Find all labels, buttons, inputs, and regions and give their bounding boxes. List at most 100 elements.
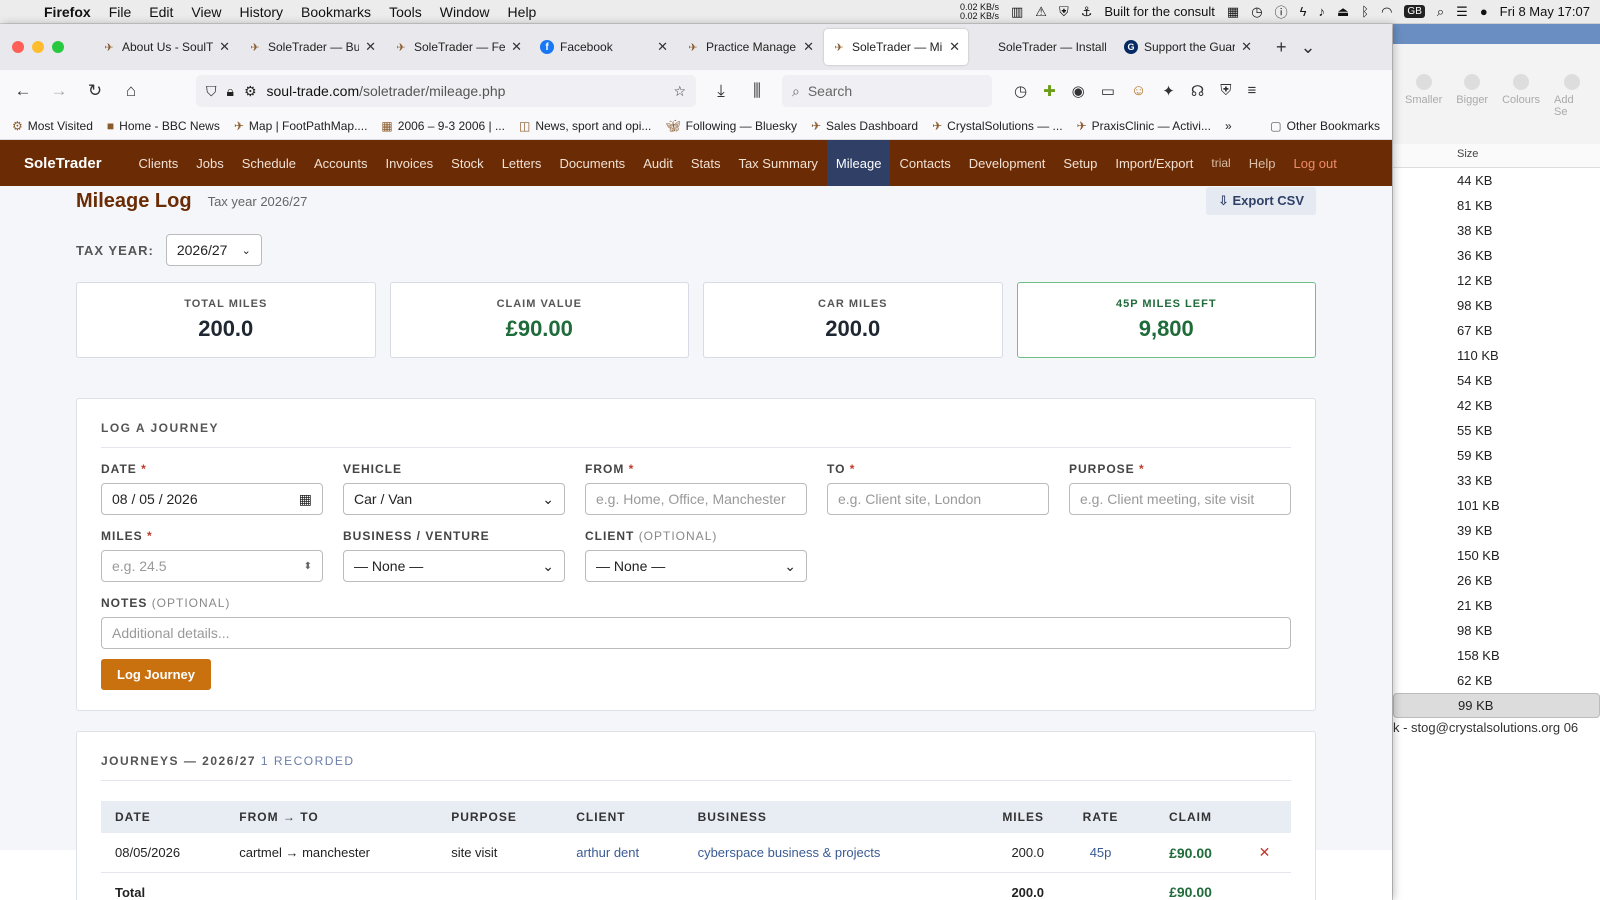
file-size-row[interactable]: 98 KB bbox=[1457, 618, 1600, 643]
menu-file[interactable]: File bbox=[109, 4, 132, 20]
file-size-row[interactable]: 99 KB bbox=[1393, 693, 1600, 718]
nav-documents[interactable]: Documents bbox=[550, 140, 634, 186]
tool-add[interactable]: Add Se bbox=[1554, 74, 1590, 144]
reader-view-icon[interactable]: ▭ bbox=[1101, 82, 1115, 100]
file-size-row[interactable]: 158 KB bbox=[1457, 643, 1600, 668]
account-icon[interactable]: ◉ bbox=[1072, 82, 1085, 100]
purpose-input[interactable]: e.g. Client meeting, site visit bbox=[1069, 483, 1291, 515]
file-size-row[interactable]: 62 KB bbox=[1457, 668, 1600, 693]
file-size-row[interactable]: 67 KB bbox=[1457, 318, 1600, 343]
lock-icon[interactable]: 🔒︎ bbox=[227, 83, 234, 100]
bookmark-item[interactable]: 🦋︎ Following — Bluesky bbox=[665, 119, 797, 133]
extension-green-icon[interactable]: ✚ bbox=[1043, 82, 1056, 100]
menu-bookmarks[interactable]: Bookmarks bbox=[301, 4, 371, 20]
tool-smaller[interactable]: Smaller bbox=[1405, 74, 1442, 144]
time-machine-icon[interactable]: ◷ bbox=[1251, 4, 1262, 20]
close-tab-icon[interactable]: ✕ bbox=[219, 39, 230, 55]
zoom-window-button[interactable] bbox=[52, 41, 64, 53]
status-text[interactable]: Built for the consult bbox=[1104, 4, 1215, 19]
file-size-row[interactable]: 81 KB bbox=[1457, 193, 1600, 218]
url-bar[interactable]: ⛉ 🔒︎ ⚙ soul-trade.com/soletrader/mileage… bbox=[196, 75, 696, 107]
bookmark-item[interactable]: ▦ 2006 – 9-3 2006 | ... bbox=[381, 119, 505, 133]
history-icon[interactable]: ◷ bbox=[1014, 82, 1027, 100]
file-size-row[interactable]: 39 KB bbox=[1457, 518, 1600, 543]
back-icon[interactable]: ← bbox=[12, 81, 34, 101]
file-size-row[interactable]: 44 KB bbox=[1457, 168, 1600, 193]
nav-tax-summary[interactable]: Tax Summary bbox=[729, 140, 826, 186]
menubar-clock[interactable]: Fri 8 May 17:07 bbox=[1500, 4, 1590, 19]
log-journey-button[interactable]: Log Journey bbox=[101, 659, 212, 690]
tool-bigger[interactable]: Bigger bbox=[1456, 74, 1488, 144]
bookmark-item[interactable]: ✈ Sales Dashboard bbox=[811, 119, 918, 133]
bookmark-item[interactable]: ■ Home - BBC News bbox=[107, 119, 220, 133]
close-tab-icon[interactable]: ✕ bbox=[1241, 39, 1252, 55]
from-input[interactable]: e.g. Home, Office, Manchester bbox=[585, 483, 807, 515]
nav-letters[interactable]: Letters bbox=[493, 140, 551, 186]
browser-tab[interactable]: SoleTrader — Installa bbox=[970, 29, 1114, 65]
wifi-icon[interactable]: ◠ bbox=[1381, 4, 1392, 20]
browser-tab[interactable]: ✈ SoleTrader — Mil ✕ bbox=[824, 29, 968, 65]
stepper-icon[interactable]: ⬍ bbox=[304, 561, 312, 572]
forward-icon[interactable]: → bbox=[48, 81, 70, 101]
nav-schedule[interactable]: Schedule bbox=[233, 140, 305, 186]
bluetooth-icon[interactable]: ᛒ bbox=[1361, 4, 1369, 19]
nav-logout[interactable]: Log out bbox=[1284, 140, 1345, 186]
volume-icon[interactable]: ♪ bbox=[1318, 4, 1325, 19]
vehicle-select[interactable]: Car / Van ⌄ bbox=[343, 483, 565, 515]
file-size-row[interactable]: 110 KB bbox=[1457, 343, 1600, 368]
input-source-badge[interactable]: GB bbox=[1404, 5, 1425, 18]
extensions-puzzle-icon[interactable]: ✦ bbox=[1162, 82, 1175, 100]
nav-stats[interactable]: Stats bbox=[682, 140, 730, 186]
brand-logo[interactable]: SoleTrader bbox=[24, 155, 102, 172]
reload-icon[interactable]: ↻ bbox=[84, 81, 106, 101]
other-bookmarks[interactable]: ▢ Other Bookmarks bbox=[1270, 119, 1380, 133]
calendar-icon[interactable]: ▦ bbox=[299, 491, 312, 508]
nav-mileage[interactable]: Mileage bbox=[826, 140, 891, 186]
client-select[interactable]: — None — ⌄ bbox=[585, 550, 807, 582]
nav-audit[interactable]: Audit bbox=[634, 140, 682, 186]
file-size-row[interactable]: 59 KB bbox=[1457, 443, 1600, 468]
nav-development[interactable]: Development bbox=[960, 140, 1055, 186]
export-csv-button[interactable]: ⇩ Export CSV bbox=[1205, 187, 1316, 215]
menu-tools[interactable]: Tools bbox=[389, 4, 422, 20]
delete-journey-icon[interactable]: ✕ bbox=[1237, 833, 1291, 873]
menu-history[interactable]: History bbox=[239, 4, 283, 20]
bookmark-item[interactable]: ✈ PraxisClinic — Activi... bbox=[1077, 119, 1211, 133]
page-settings-icon[interactable]: ⚙ bbox=[244, 83, 257, 100]
nav-help[interactable]: Help bbox=[1240, 140, 1285, 186]
close-tab-icon[interactable]: ✕ bbox=[365, 39, 376, 55]
control-center-icon[interactable]: ☰ bbox=[1456, 4, 1468, 20]
file-size-row[interactable]: 36 KB bbox=[1457, 243, 1600, 268]
close-tab-icon[interactable]: ✕ bbox=[803, 39, 814, 55]
file-size-row[interactable]: 38 KB bbox=[1457, 218, 1600, 243]
nav-jobs[interactable]: Jobs bbox=[187, 140, 232, 186]
nav-invoices[interactable]: Invoices bbox=[376, 140, 442, 186]
menu-edit[interactable]: Edit bbox=[149, 4, 173, 20]
browser-tab[interactable]: ✈ SoleTrader — Bu ✕ bbox=[240, 29, 384, 65]
browser-tab[interactable]: ✈ Practice Manage ✕ bbox=[678, 29, 822, 65]
cell-business-link[interactable]: cyberspace business & projects bbox=[683, 833, 965, 873]
nav-stock[interactable]: Stock bbox=[442, 140, 493, 186]
close-tab-icon[interactable]: ✕ bbox=[949, 39, 960, 55]
close-tab-icon[interactable]: ✕ bbox=[511, 39, 522, 55]
downloads-icon[interactable]: ⤓ bbox=[710, 81, 732, 101]
nav-contacts[interactable]: Contacts bbox=[890, 140, 959, 186]
nav-setup[interactable]: Setup bbox=[1054, 140, 1106, 186]
file-size-row[interactable]: 54 KB bbox=[1457, 368, 1600, 393]
tax-year-select[interactable]: 2026/27 ⌄ bbox=[165, 234, 262, 266]
bookmark-item[interactable]: ◫ News, sport and opi... bbox=[519, 119, 651, 133]
menu-app[interactable]: Firefox bbox=[44, 4, 91, 20]
nav-clients[interactable]: Clients bbox=[130, 140, 188, 186]
list-all-tabs-icon[interactable]: ⌄ bbox=[1301, 37, 1316, 58]
nav-import-export[interactable]: Import/Export bbox=[1106, 140, 1202, 186]
cell-client-link[interactable]: arthur dent bbox=[562, 833, 684, 873]
file-size-row[interactable]: 42 KB bbox=[1457, 393, 1600, 418]
close-tab-icon[interactable]: ✕ bbox=[657, 39, 668, 55]
notes-input[interactable]: Additional details... bbox=[101, 617, 1291, 649]
app-menu-icon[interactable]: ≡ bbox=[1247, 82, 1256, 100]
new-tab-button[interactable]: + bbox=[1276, 37, 1287, 58]
menu-help[interactable]: Help bbox=[508, 4, 537, 20]
browser-tab[interactable]: G Support the Guar ✕ bbox=[1116, 29, 1260, 65]
file-size-row[interactable]: 98 KB bbox=[1457, 293, 1600, 318]
headphones-icon[interactable]: ☊ bbox=[1191, 82, 1204, 100]
